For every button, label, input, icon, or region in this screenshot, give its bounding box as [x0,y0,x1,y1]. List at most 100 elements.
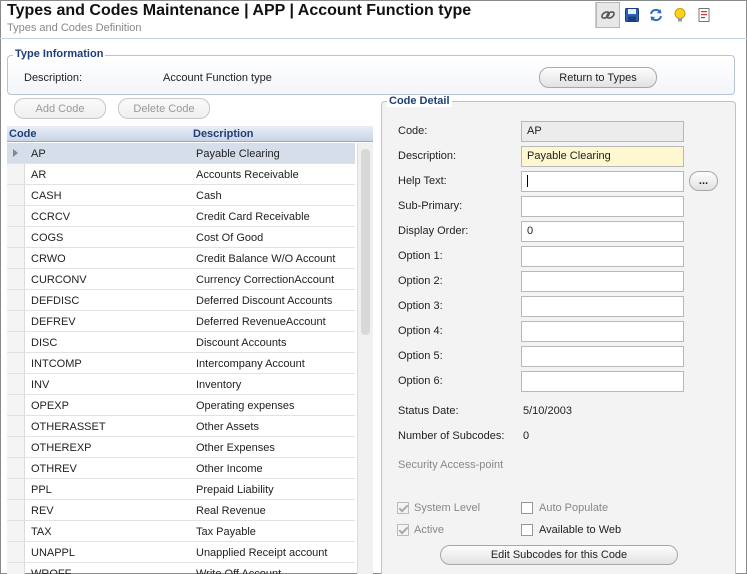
table-row[interactable]: CCRCV Credit Card Receivable [7,206,355,227]
available-to-web-label: Available to Web [539,524,622,536]
cell-code: CURCONV [31,274,87,286]
cell-description: Cash [196,190,222,202]
table-row[interactable]: DEFDISC Deferred Discount Accounts [7,290,355,311]
grid-scrollbar[interactable] [357,143,373,574]
table-row[interactable]: TAX Tax Payable [7,521,355,542]
subcodes-count-value: 0 [523,430,530,442]
system-level-label: System Level [414,502,481,514]
table-row[interactable]: OTHREV Other Income [7,458,355,479]
cell-description: Write Off Account [196,568,282,574]
text-caret [527,175,528,188]
type-information-legend: Type Information [13,48,106,60]
cell-description: Other Expenses [196,442,275,454]
cell-code: INV [31,379,50,391]
active-checkbox[interactable] [397,524,409,536]
description-label: Description: [398,150,457,162]
subcodes-count-label: Number of Subcodes: [398,430,505,442]
option-2-label: Option 2: [398,275,443,287]
cell-code: CRWO [31,253,66,265]
cell-description: Discount Accounts [196,337,287,349]
auto-populate-label: Auto Populate [539,502,609,514]
table-row[interactable]: DEFREV Deferred RevenueAccount [7,311,355,332]
cell-description: Currency CorrectionAccount [196,274,335,286]
column-header-description[interactable]: Description [193,128,254,140]
link-icon[interactable] [596,2,620,28]
cell-description: Other Income [196,463,263,475]
display-order-field[interactable]: 0 [521,221,684,242]
save-icon[interactable] [620,2,644,28]
cell-description: Deferred Discount Accounts [196,295,333,307]
table-row[interactable]: AP Payable Clearing [7,143,355,164]
auto-populate-checkbox[interactable] [521,502,533,514]
header-divider [0,38,747,39]
table-row[interactable]: OTHEREXP Other Expenses [7,437,355,458]
sub-primary-label: Sub-Primary: [398,200,463,212]
column-header-code[interactable]: Code [9,128,37,140]
add-code-button[interactable]: Add Code [14,98,106,119]
cell-code: PPL [31,484,52,496]
cell-description: Prepaid Liability [196,484,274,496]
cell-description: Unapplied Receipt account [196,547,328,559]
table-row[interactable]: UNAPPL Unapplied Receipt account [7,542,355,563]
option-2-field[interactable] [521,271,684,292]
table-row[interactable]: INTCOMP Intercompany Account [7,353,355,374]
status-date-value: 5/10/2003 [523,405,572,417]
table-row[interactable]: CURCONV Currency CorrectionAccount [7,269,355,290]
type-description-label: Description: [24,72,83,84]
table-row[interactable]: AR Accounts Receivable [7,164,355,185]
refresh-icon[interactable] [644,2,668,28]
cell-description: Credit Balance W/O Account [196,253,336,265]
cell-code: COGS [31,232,64,244]
cell-code: DEFDISC [31,295,80,307]
cell-code: DEFREV [31,316,76,328]
option-4-field[interactable] [521,321,684,342]
security-access-point-link[interactable]: Security Access-point [398,459,503,471]
system-level-checkbox[interactable] [397,502,409,514]
help-text-field[interactable] [521,171,684,192]
report-icon[interactable] [692,2,716,28]
cell-description: Intercompany Account [196,358,305,370]
cell-description: Deferred RevenueAccount [196,316,326,328]
active-label: Active [414,524,444,536]
table-row[interactable]: CASH Cash [7,185,355,206]
table-row[interactable]: OPEXP Operating expenses [7,395,355,416]
cell-description: Other Assets [196,421,259,433]
table-row[interactable]: CRWO Credit Balance W/O Account [7,248,355,269]
option-3-label: Option 3: [398,300,443,312]
cell-description: Inventory [196,379,242,391]
help-text-lookup-button[interactable]: ... [689,171,718,191]
table-row[interactable]: INV Inventory [7,374,355,395]
table-row[interactable]: REV Real Revenue [7,500,355,521]
cell-description: Tax Payable [196,526,256,538]
table-row[interactable]: OTHERASSET Other Assets [7,416,355,437]
table-row[interactable]: COGS Cost Of Good [7,227,355,248]
cell-description: Cost Of Good [196,232,264,244]
scrollbar-thumb[interactable] [361,149,370,335]
table-row[interactable]: PPL Prepaid Liability [7,479,355,500]
option-1-field[interactable] [521,246,684,267]
cell-code: CCRCV [31,211,71,223]
cell-code: OTHEREXP [31,442,92,454]
table-row[interactable]: WROFF Write Off Account [7,563,355,574]
cell-code: INTCOMP [31,358,82,370]
description-field[interactable]: Payable Clearing [521,146,684,167]
option-3-field[interactable] [521,296,684,317]
code-detail-legend: Code Detail [387,95,452,107]
cell-code: TAX [31,526,52,538]
option-5-field[interactable] [521,346,684,367]
available-to-web-checkbox[interactable] [521,524,533,536]
option-6-field[interactable] [521,371,684,392]
cell-code: DISC [31,337,58,349]
return-to-types-button[interactable]: Return to Types [539,67,657,88]
table-row[interactable]: DISC Discount Accounts [7,332,355,353]
cell-code: REV [31,505,54,517]
cell-code: CASH [31,190,62,202]
code-field[interactable]: AP [521,121,684,142]
lightbulb-icon[interactable] [668,2,692,28]
cell-description: Credit Card Receivable [196,211,310,223]
edit-subcodes-button[interactable]: Edit Subcodes for this Code [440,545,678,565]
delete-code-button[interactable]: Delete Code [118,98,210,119]
option-5-label: Option 5: [398,350,443,362]
sub-primary-field[interactable] [521,196,684,217]
cell-code: UNAPPL [31,547,76,559]
